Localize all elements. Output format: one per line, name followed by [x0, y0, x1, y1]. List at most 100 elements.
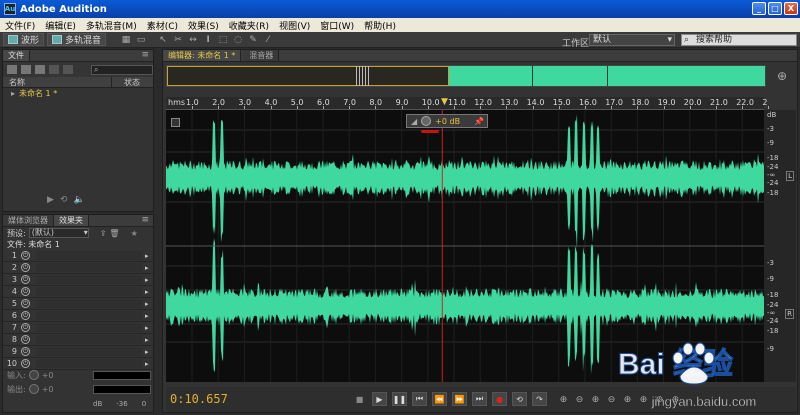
menu-view[interactable]: 视图(V) [274, 19, 315, 32]
autoplay-icon[interactable]: 🔈 [73, 195, 84, 205]
play-button[interactable]: ▶ [372, 392, 387, 406]
lasso-tool-icon[interactable]: ◌ [232, 34, 244, 46]
menu-edit[interactable]: 编辑(E) [40, 19, 81, 32]
tab-mixer[interactable]: 混音器 [244, 50, 280, 61]
tab-effects-rack[interactable]: 效果夹 [54, 215, 89, 226]
favorite-icon[interactable]: ★ [131, 229, 138, 238]
power-icon[interactable]: ⏻ [21, 311, 30, 320]
tab-editor[interactable]: 编辑器: 未命名 1 * [163, 50, 242, 61]
file-item[interactable]: ▸ 未命名 1 * [3, 88, 153, 99]
panel-menu-icon[interactable]: ≡ [141, 50, 149, 60]
time-selection-tool-icon[interactable]: I [202, 34, 214, 46]
channel-r-label[interactable]: R [785, 309, 794, 319]
rack-slot[interactable]: 5 ⏻ ▸ [3, 298, 153, 310]
power-icon[interactable]: ⏻ [21, 359, 30, 368]
power-icon[interactable]: ⏻ [21, 263, 30, 272]
waveform-toggle-icon[interactable] [171, 118, 180, 127]
zoom-out-amplitude-icon[interactable]: ⊖ [574, 394, 585, 405]
record-button[interactable]: ● [492, 392, 507, 406]
effect-slot[interactable] [36, 323, 142, 332]
channel-l-label[interactable]: L [786, 171, 794, 181]
slot-arrow-icon[interactable]: ▸ [145, 300, 153, 308]
new-file-icon[interactable] [35, 65, 45, 74]
slot-arrow-icon[interactable]: ▸ [145, 360, 153, 368]
menu-file[interactable]: 文件(F) [0, 19, 40, 32]
rack-slot[interactable]: 1 ⏻ ▸ [3, 250, 153, 262]
menu-clip[interactable]: 素材(C) [142, 19, 183, 32]
input-level-knob[interactable] [28, 370, 39, 380]
tab-media-browser[interactable]: 媒体浏览器 [3, 215, 54, 226]
zoom-in-time-icon[interactable]: ⊕ [590, 394, 601, 405]
rewind-button[interactable]: ⏪ [432, 392, 447, 406]
power-icon[interactable]: ⏻ [21, 323, 30, 332]
zoom-navigator-icon[interactable]: ⊕ [777, 69, 787, 83]
column-name[interactable]: 名称 [3, 77, 111, 88]
insert-icon[interactable] [49, 65, 59, 74]
go-to-end-button[interactable]: ⏭ [472, 392, 487, 406]
menu-help[interactable]: 帮助(H) [359, 19, 401, 32]
rack-slot[interactable]: 7 ⏻ ▸ [3, 322, 153, 334]
go-to-start-button[interactable]: ⏮ [412, 392, 427, 406]
time-ruler[interactable]: hms 1.0 2.0 3.0 4.0 5.0 6.0 7.0 8.0 9.0 10.0 11.0 1… [166, 97, 770, 110]
razor-tool-icon[interactable]: ✂ [172, 34, 184, 46]
pin-icon[interactable]: 📌 [474, 117, 484, 126]
rack-slot[interactable]: 2 ⏻ ▸ [3, 262, 153, 274]
slot-arrow-icon[interactable]: ▸ [145, 276, 153, 284]
workspace-select[interactable]: 默认 ▾ [589, 34, 675, 46]
brush-tool-icon[interactable]: ✎ [247, 34, 259, 46]
playhead-marker-icon[interactable]: ▼ [441, 97, 448, 107]
effect-slot[interactable] [36, 359, 142, 368]
skip-button[interactable]: ↷ [532, 392, 547, 406]
pause-button[interactable]: ❚❚ [392, 392, 407, 406]
slot-arrow-icon[interactable]: ▸ [145, 312, 153, 320]
power-icon[interactable]: ⏻ [21, 275, 30, 284]
tab-files[interactable]: 文件 [3, 50, 30, 61]
multitrack-view-button[interactable]: 多轨混音 [47, 33, 107, 46]
effect-slot[interactable] [36, 347, 142, 356]
loop-button[interactable]: ⟲ [512, 392, 527, 406]
slot-arrow-icon[interactable]: ▸ [145, 252, 153, 260]
rack-slot[interactable]: 8 ⏻ ▸ [3, 334, 153, 346]
spot-healing-tool-icon[interactable]: ⁄ [262, 34, 274, 46]
power-icon[interactable]: ⏻ [21, 251, 30, 260]
help-search-input[interactable]: ⌕ 搜索帮助 [681, 34, 797, 46]
file-search-input[interactable]: ⌕ [91, 64, 153, 75]
effect-slot[interactable] [36, 263, 142, 272]
slot-arrow-icon[interactable]: ▸ [145, 348, 153, 356]
move-tool-icon[interactable]: ↖ [157, 34, 169, 46]
delete-icon[interactable] [63, 65, 73, 74]
spectral-pitch-icon[interactable]: ▭ [135, 34, 147, 46]
stop-button[interactable]: ■ [352, 392, 367, 406]
slot-arrow-icon[interactable]: ▸ [145, 288, 153, 296]
column-status[interactable]: 状态 [111, 76, 140, 88]
power-icon[interactable]: ⏻ [21, 347, 30, 356]
slot-arrow-icon[interactable]: ▸ [145, 324, 153, 332]
power-icon[interactable]: ⏻ [21, 299, 30, 308]
marquee-tool-icon[interactable]: ⬚ [217, 34, 229, 46]
rack-slot[interactable]: 9 ⏻ ▸ [3, 346, 153, 358]
hud-gain-control[interactable]: ◢ +0 dB 📌 [406, 114, 488, 128]
slot-arrow-icon[interactable]: ▸ [145, 264, 153, 272]
delete-preset-icon[interactable]: 🗑 [109, 229, 119, 238]
effect-slot[interactable] [36, 335, 142, 344]
minimize-button[interactable]: _ [752, 2, 766, 15]
menu-favorites[interactable]: 收藏夹(R) [224, 19, 274, 32]
maximize-button[interactable]: □ [768, 2, 782, 15]
panel-menu-icon[interactable]: ≡ [141, 215, 149, 225]
spectral-frequency-icon[interactable]: ▦ [120, 34, 132, 46]
rack-slot[interactable]: 4 ⏻ ▸ [3, 286, 153, 298]
close-button[interactable]: X [784, 2, 798, 15]
import-file-icon[interactable] [21, 65, 31, 74]
slip-tool-icon[interactable]: ↔ [187, 34, 199, 46]
fast-forward-button[interactable]: ⏩ [452, 392, 467, 406]
overview-navigator[interactable] [166, 65, 766, 87]
loop-preview-icon[interactable]: ⟲ [60, 195, 68, 205]
rack-slot[interactable]: 6 ⏻ ▸ [3, 310, 153, 322]
effect-slot[interactable] [36, 275, 142, 284]
power-icon[interactable]: ⏻ [21, 287, 30, 296]
output-level-knob[interactable] [28, 384, 39, 394]
waveform-view-button[interactable]: 波形 [3, 33, 45, 46]
open-file-icon[interactable] [7, 65, 17, 74]
menu-effects[interactable]: 效果(S) [183, 19, 224, 32]
gain-knob-icon[interactable] [421, 116, 432, 126]
